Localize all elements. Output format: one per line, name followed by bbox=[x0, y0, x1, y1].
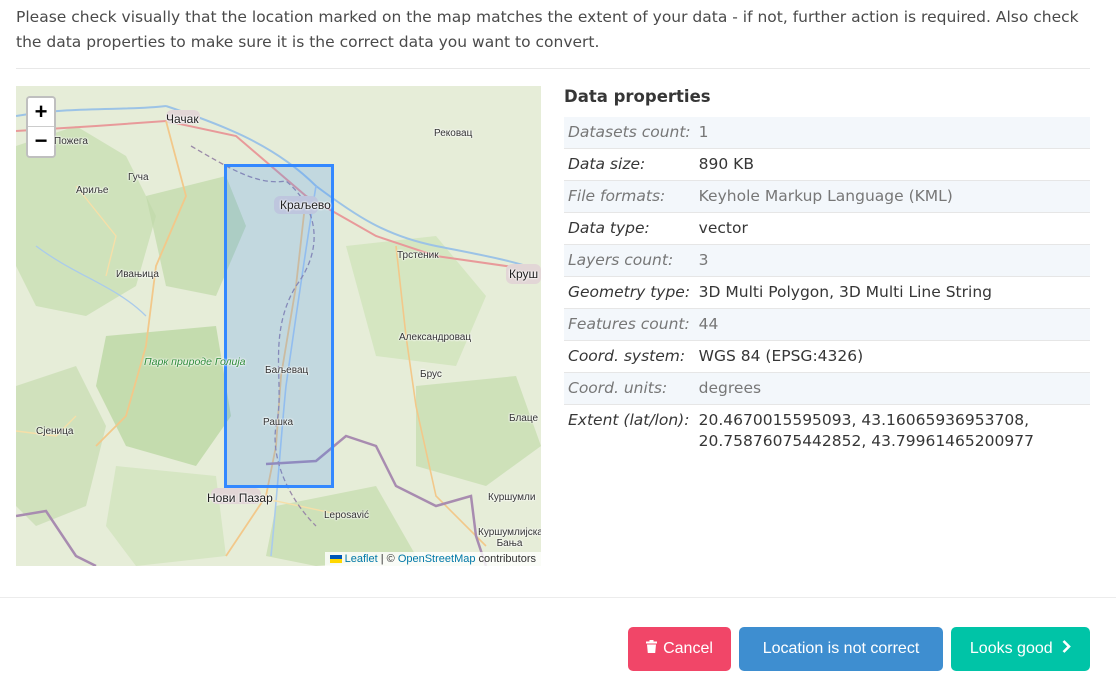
place-label: Блаце bbox=[509, 413, 539, 424]
property-key: File formats: bbox=[564, 180, 695, 213]
cancel-label: Cancel bbox=[663, 640, 713, 658]
property-key: Layers count: bbox=[564, 244, 695, 277]
osm-link[interactable]: OpenStreetMap bbox=[398, 553, 476, 565]
place-label: Брус bbox=[420, 369, 442, 380]
property-key: Features count: bbox=[564, 308, 695, 341]
zoom-out-button[interactable]: − bbox=[28, 127, 54, 156]
map-attribution: Leaflet | © OpenStreetMap contributors bbox=[324, 552, 541, 566]
property-key: Data type: bbox=[564, 212, 695, 245]
property-key: Datasets count: bbox=[564, 117, 695, 149]
data-extent-rectangle bbox=[224, 164, 334, 488]
property-value: 44 bbox=[694, 308, 1090, 341]
place-label: Пожега bbox=[54, 136, 88, 147]
place-label: Александровац bbox=[399, 332, 472, 343]
table-row: Coord. system: WGS 84 (EPSG:4326) bbox=[564, 340, 1090, 373]
place-label: Баљевац bbox=[265, 365, 309, 376]
place-label: Краљево bbox=[280, 198, 331, 212]
place-label: Куршумли bbox=[488, 492, 536, 503]
trash-icon bbox=[646, 627, 658, 671]
place-label: Гуча bbox=[128, 172, 149, 183]
leaflet-link[interactable]: Leaflet bbox=[345, 553, 378, 565]
place-label: Сјеница bbox=[36, 426, 74, 437]
ukraine-flag-icon bbox=[329, 555, 342, 564]
property-key: Geometry type: bbox=[564, 276, 695, 309]
property-value: 3 bbox=[694, 244, 1090, 277]
table-row: Data size: 890 KB bbox=[564, 148, 1090, 181]
property-value: 20.4670015595093, 43.16065936953708, 20.… bbox=[698, 411, 1034, 450]
attribution-separator: | © bbox=[377, 553, 398, 565]
chevron-right-icon bbox=[1062, 627, 1071, 671]
properties-table: Datasets count: 1 Data size: 890 KB File… bbox=[564, 117, 1090, 457]
place-label: Трстеник bbox=[397, 250, 439, 261]
table-row: File formats: Keyhole Markup Language (K… bbox=[564, 180, 1090, 213]
map-tiles bbox=[16, 86, 541, 566]
property-value: vector bbox=[694, 212, 1090, 245]
properties-title: Data properties bbox=[564, 87, 711, 106]
zoom-control: + − bbox=[26, 96, 56, 158]
place-label: Leposavić bbox=[324, 510, 370, 521]
place-label: Рековац bbox=[434, 128, 473, 139]
not-correct-label: Location is not correct bbox=[762, 640, 920, 657]
place-label: Круш bbox=[509, 267, 539, 281]
place-label-park: Парк природе Голија bbox=[144, 356, 246, 368]
table-row: Extent (lat/lon): 20.4670015595093, 43.1… bbox=[564, 405, 1090, 458]
property-value: 3D Multi Polygon, 3D Multi Line String bbox=[694, 276, 1090, 309]
place-label: Куршумлијска Бања bbox=[478, 527, 541, 549]
place-label: Чачак bbox=[166, 112, 199, 126]
attribution-suffix: contributors bbox=[475, 553, 536, 565]
place-label: Рашка bbox=[263, 417, 294, 428]
data-properties-panel: Data properties Datasets count: 1 Data s… bbox=[564, 86, 1090, 457]
looks-good-button[interactable]: Looks good bbox=[951, 627, 1090, 671]
place-label: Ариље bbox=[76, 185, 109, 196]
table-row: Features count: 44 bbox=[564, 308, 1090, 341]
place-label: Ивањица bbox=[116, 269, 159, 280]
extent-map[interactable]: + − Чачак Пожега Гуча Ариље Ивањица Парк… bbox=[16, 86, 541, 566]
table-row: Coord. units: degrees bbox=[564, 372, 1090, 405]
divider bbox=[0, 597, 1116, 598]
divider bbox=[16, 68, 1090, 69]
property-key: Data size: bbox=[564, 148, 695, 181]
property-value: WGS 84 (EPSG:4326) bbox=[694, 340, 1090, 373]
place-label: Нови Пазар bbox=[207, 491, 273, 505]
property-value: degrees bbox=[694, 372, 1090, 405]
zoom-in-button[interactable]: + bbox=[28, 98, 54, 127]
property-key: Coord. system: bbox=[564, 340, 695, 373]
property-key: Extent (lat/lon): bbox=[568, 411, 690, 429]
location-not-correct-button[interactable]: Location is not correct bbox=[739, 627, 943, 671]
cancel-button[interactable]: Cancel bbox=[628, 627, 731, 671]
property-key: Coord. units: bbox=[564, 372, 695, 405]
property-value: 890 KB bbox=[694, 148, 1090, 181]
instructions-text: Please check visually that the location … bbox=[16, 8, 1079, 51]
table-row: Geometry type: 3D Multi Polygon, 3D Mult… bbox=[564, 276, 1090, 309]
table-row: Data type: vector bbox=[564, 212, 1090, 245]
property-value: Keyhole Markup Language (KML) bbox=[694, 180, 1090, 213]
table-row: Layers count: 3 bbox=[564, 244, 1090, 277]
property-value: 1 bbox=[694, 117, 1090, 149]
looks-good-label: Looks good bbox=[969, 640, 1053, 658]
table-row: Datasets count: 1 bbox=[564, 117, 1090, 149]
